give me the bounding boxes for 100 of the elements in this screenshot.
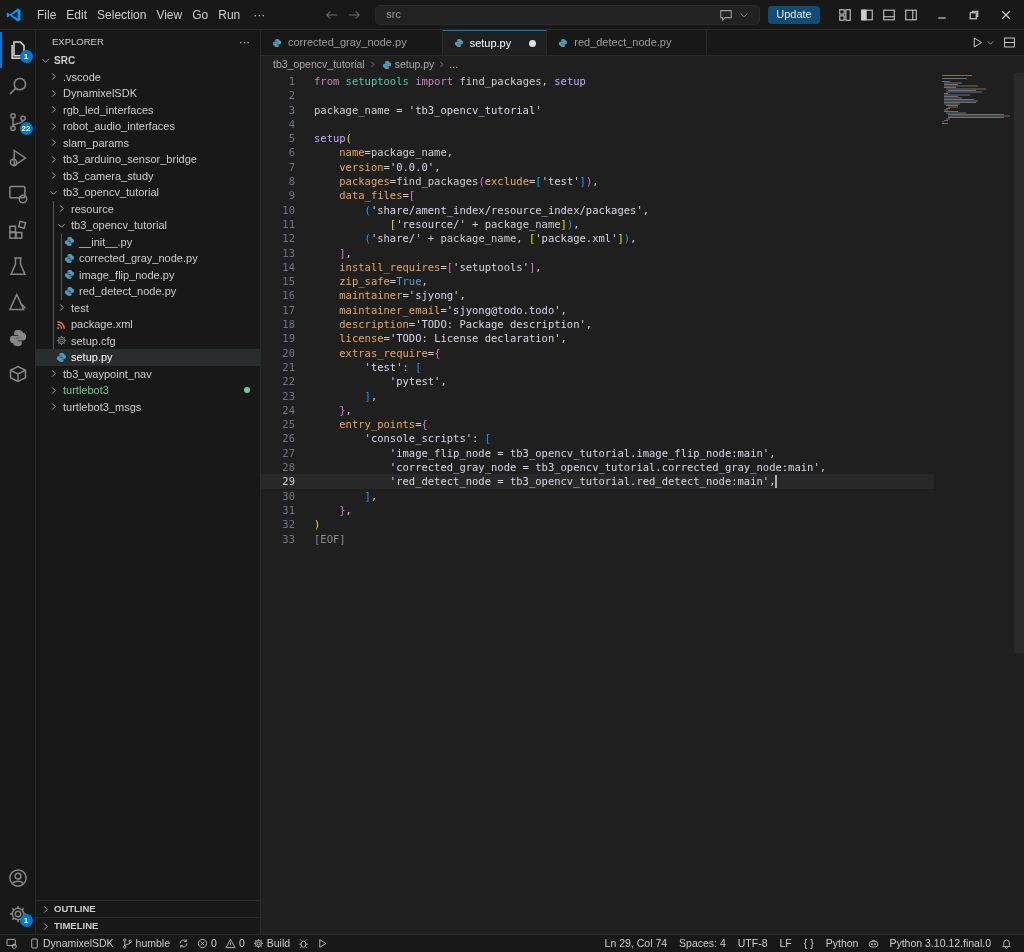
explorer-entry[interactable]: corrected_gray_node.py xyxy=(79,250,198,267)
run-debug-icon[interactable] xyxy=(7,148,28,168)
line-number: 33 xyxy=(281,531,295,546)
line-number: 26 xyxy=(281,431,295,446)
status-item[interactable]: Python xyxy=(821,935,863,952)
folder-entry[interactable]: turtlebot3 xyxy=(63,382,109,399)
menu-item[interactable]: View xyxy=(151,3,188,26)
sidebar-toggle-icon[interactable] xyxy=(860,7,874,22)
line-number: 17 xyxy=(281,302,295,318)
run-icon[interactable] xyxy=(317,938,329,949)
code-line: ) xyxy=(314,517,321,532)
breadcrumb-item[interactable]: ... xyxy=(449,56,459,73)
status-item[interactable]: Build xyxy=(248,935,295,952)
device-icon xyxy=(29,938,40,949)
folder-entry[interactable]: resource xyxy=(71,200,114,217)
editor-tab[interactable]: setup.py xyxy=(442,30,548,55)
menu-item[interactable]: Edit xyxy=(61,3,93,26)
breadcrumb-item[interactable]: setup.py xyxy=(394,56,435,73)
triangle-wrench-icon[interactable] xyxy=(7,292,28,312)
code-line: ('share/ament_index/resource_index/packages', xyxy=(363,202,650,217)
folder-entry[interactable]: tb3_opencv_tutorial xyxy=(71,217,167,234)
chat-icon[interactable] xyxy=(719,7,734,22)
code-line: maintainer='sjyong', xyxy=(338,288,466,303)
notification-icon[interactable] xyxy=(1001,938,1012,949)
code-line: ], xyxy=(363,388,378,403)
branch-icon[interactable] xyxy=(7,112,28,132)
code-line: data_files=[ xyxy=(338,188,416,203)
status-item[interactable]: humble xyxy=(117,935,175,952)
panel-toggle-icon[interactable] xyxy=(882,7,896,22)
command-search-field[interactable]: src xyxy=(375,4,761,25)
code-line: [EOF] xyxy=(314,531,346,546)
search-icon[interactable] xyxy=(7,76,28,96)
monitor-icon[interactable] xyxy=(6,938,17,949)
folder-entry[interactable]: test xyxy=(71,299,89,316)
folder-entry[interactable]: tb3_camera_study xyxy=(63,167,154,184)
flask-icon[interactable] xyxy=(7,256,28,276)
run-icon[interactable] xyxy=(971,36,984,49)
copilot-icon[interactable] xyxy=(868,938,880,949)
line-number: 10 xyxy=(281,202,295,217)
line-number: 30 xyxy=(281,488,295,503)
panel-header[interactable]: TIMELINE xyxy=(54,918,99,934)
line-number: 29 xyxy=(281,474,295,489)
workspace-name[interactable]: SRC xyxy=(54,52,76,68)
line-number: 21 xyxy=(281,359,295,375)
status-item[interactable]: Ln 29, Col 74 xyxy=(600,935,672,952)
account-icon[interactable] xyxy=(7,868,28,888)
folder-entry[interactable]: .vscode xyxy=(63,68,101,85)
explorer-entry[interactable]: __init__.py xyxy=(79,233,133,250)
more-actions-button[interactable]: ··· xyxy=(239,33,250,51)
sync-icon[interactable] xyxy=(178,938,190,949)
settings-icon[interactable] xyxy=(7,904,28,924)
line-number: 20 xyxy=(281,345,295,360)
menu-item[interactable]: Run xyxy=(213,3,246,26)
breadcrumb-item[interactable]: tb3_opencv_tutorial xyxy=(273,56,365,73)
split-editor-icon[interactable] xyxy=(1003,36,1016,49)
explorer-entry[interactable]: setup.py xyxy=(71,349,113,366)
code-line: entry_points={ xyxy=(338,417,428,432)
box-icon[interactable] xyxy=(7,364,28,384)
layout-icon[interactable] xyxy=(838,7,852,22)
code-editor-logo-icon xyxy=(6,6,22,23)
explorer-entry[interactable]: package.xml xyxy=(71,316,133,333)
close-icon[interactable] xyxy=(1000,8,1012,21)
bug-icon[interactable] xyxy=(298,938,310,949)
status-item[interactable]: DynamixelSDK xyxy=(25,935,118,952)
secondary-sidebar-icon[interactable] xyxy=(904,7,918,22)
restore-icon[interactable] xyxy=(968,8,980,21)
status-item[interactable]: Spaces: 4 xyxy=(675,935,730,952)
folder-entry[interactable]: rgb_led_interfaces xyxy=(63,101,154,118)
more-menu-button[interactable]: ··· xyxy=(245,5,274,24)
chevron-right-icon xyxy=(437,60,447,69)
menu-item[interactable]: Selection xyxy=(92,3,152,26)
menu-item[interactable]: Go xyxy=(187,3,214,26)
line-number: 22 xyxy=(281,374,295,389)
status-item[interactable]: Python 3.10.12.final.0 xyxy=(885,935,995,952)
monitor-icon[interactable] xyxy=(7,184,28,204)
status-item[interactable]: 0 xyxy=(220,935,249,952)
folder-entry[interactable]: tb3_waypoint_nav xyxy=(63,365,152,382)
folder-entry[interactable]: DynamixelSDK xyxy=(63,85,137,102)
explorer-entry[interactable]: image_flip_node.py xyxy=(79,266,175,283)
status-item[interactable]: 0 xyxy=(193,935,221,952)
extensions-icon[interactable] xyxy=(7,220,28,240)
folder-entry[interactable]: robot_audio_interfaces xyxy=(63,118,175,135)
explorer-entry[interactable]: red_detect_node.py xyxy=(79,283,177,300)
folder-entry[interactable]: tb3_arduino_sensor_bridge xyxy=(63,151,197,168)
folder-entry[interactable]: turtlebot3_msgs xyxy=(63,398,142,415)
folder-entry[interactable]: tb3_opencv_tutorial xyxy=(63,184,159,201)
panel-header[interactable]: OUTLINE xyxy=(54,901,96,917)
status-item[interactable]: { } xyxy=(799,935,818,952)
line-number: 27 xyxy=(281,445,295,460)
status-item[interactable]: LF xyxy=(775,935,796,952)
explorer-entry[interactable]: setup.cfg xyxy=(71,332,116,349)
status-item[interactable]: UTF-8 xyxy=(733,935,772,952)
menu-item[interactable]: File xyxy=(32,3,62,26)
rss-file-icon xyxy=(56,318,67,330)
line-number: 8 xyxy=(287,174,295,189)
caret-icon[interactable] xyxy=(986,38,995,47)
python-file-icon xyxy=(64,285,75,297)
update-button[interactable]: Update xyxy=(768,5,820,24)
folder-entry[interactable]: slam_params xyxy=(63,134,130,151)
python-icon[interactable] xyxy=(7,328,28,348)
